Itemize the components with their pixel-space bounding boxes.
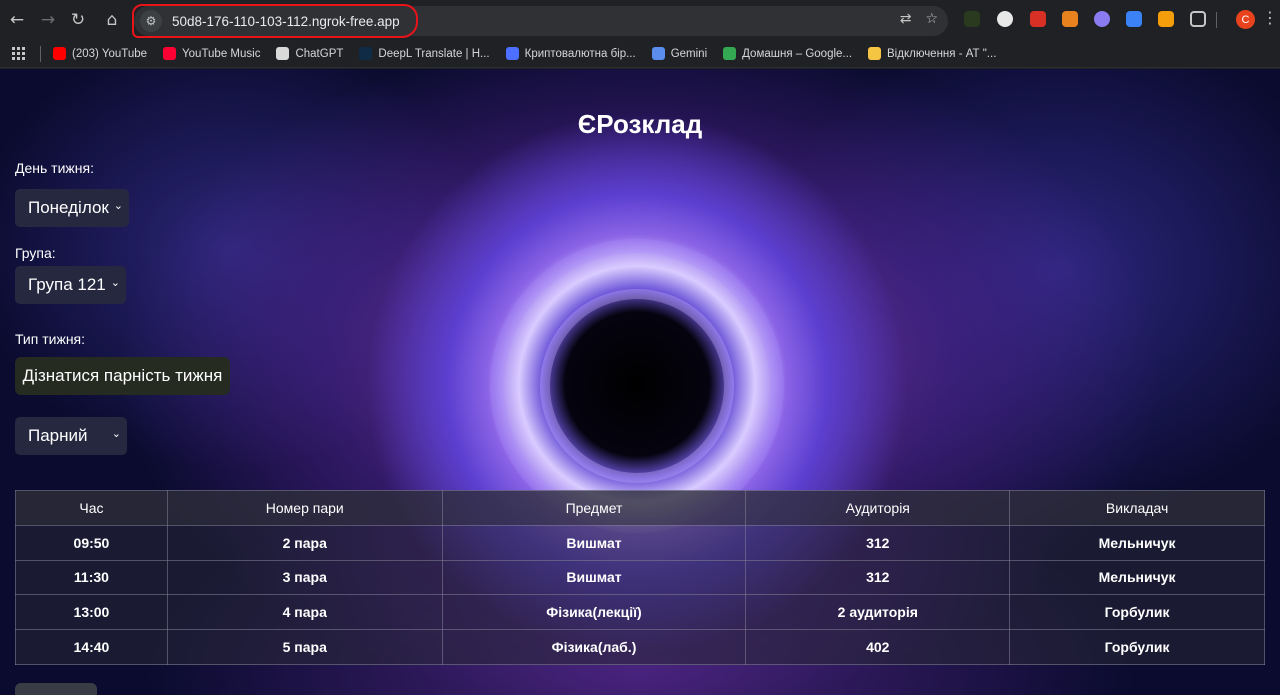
table-cell: 312	[745, 524, 1011, 561]
table-cell: 2 пара	[166, 524, 443, 561]
chevron-down-icon: ⌄	[110, 276, 120, 289]
bookmark-label: Домашня – Google...	[742, 47, 853, 60]
table-cell: Вишмат	[441, 559, 747, 596]
red-annotation-outline	[132, 4, 418, 38]
bookmark-favicon-icon	[651, 47, 665, 60]
day-select-value: Понеділок	[28, 198, 109, 217]
table-cell: 14:40	[15, 629, 168, 665]
extension-notes-icon[interactable]	[1158, 11, 1174, 27]
extensions-puzzle-icon[interactable]	[1190, 11, 1206, 27]
schedule-table: Час Номер пари Предмет Аудиторія Викладач 09…	[15, 490, 1265, 665]
week-type-label: Тип тижня:	[15, 331, 86, 347]
bookmark-item[interactable]: YouTube Music	[163, 47, 260, 60]
bookmark-favicon-icon	[868, 47, 882, 60]
table-header-cell: Викладач	[1009, 490, 1265, 526]
extension-chart-icon[interactable]	[964, 11, 980, 27]
table-cell: 5 пара	[166, 629, 443, 665]
bookmark-label: (203) YouTube	[72, 47, 148, 60]
bookmark-favicon-icon	[276, 47, 290, 60]
bookmark-label: DeepL Translate | Н...	[378, 47, 490, 60]
bookmark-item[interactable]: Домашня – Google...	[723, 47, 852, 60]
menu-kebab-icon[interactable]: ⋮	[1262, 8, 1278, 27]
table-cell: 09:50	[15, 524, 168, 561]
page-background: ЄРозклад День тижня: Понеділок ⌄ Група: …	[0, 69, 1280, 695]
table-cell: Фізика(лекції)	[441, 594, 747, 631]
table-cell: 402	[745, 629, 1011, 665]
bookmark-star-icon[interactable]: ☆	[925, 11, 938, 27]
check-week-parity-button[interactable]: Дізнатися парність тижня	[15, 357, 230, 395]
group-select-value: Група 121	[28, 275, 106, 294]
page-title: ЄРозклад	[577, 109, 703, 139]
bookmark-list: (203) YouTube YouTube Music ChatGPT DeepL T…	[53, 47, 1012, 60]
week-type-select[interactable]: Парний ⌄	[15, 417, 127, 455]
table-cell: 4 пара	[166, 594, 443, 631]
translate-icon[interactable]: ⇄	[900, 11, 912, 27]
bookmarks-bar: (203) YouTube YouTube Music ChatGPT DeepL T…	[0, 40, 1280, 68]
table-cell: 312	[745, 559, 1011, 596]
table-header-cell: Час	[15, 490, 168, 526]
bookmark-favicon-icon	[53, 47, 66, 60]
table-cell: 3 пара	[166, 559, 443, 596]
table-header-cell: Номер пари	[166, 490, 443, 526]
table-cell: Мельничук	[1009, 524, 1265, 561]
bookmark-favicon-icon	[359, 47, 373, 60]
group-select[interactable]: Група 121 ⌄	[15, 266, 126, 304]
bookmark-favicon-icon	[723, 47, 737, 60]
extension-face-icon[interactable]	[997, 11, 1013, 27]
bookmark-favicon-icon	[163, 47, 177, 60]
bookmark-label: ChatGPT	[295, 47, 344, 60]
table-cell: Фізика(лаб.)	[441, 629, 747, 665]
vortex-ring-outer	[490, 239, 784, 533]
table-header-cell: Аудиторія	[745, 490, 1011, 526]
table-row: 11:30 3 пара Вишмат 312 Мельничук	[15, 559, 1265, 596]
bookmark-label: Відключення - АТ "...	[887, 47, 997, 60]
bookmark-item[interactable]: Відключення - АТ "...	[868, 47, 996, 60]
table-cell: Горбулик	[1009, 594, 1265, 631]
table-cell: 13:00	[15, 594, 168, 631]
chevron-down-icon: ⌄	[113, 199, 123, 212]
table-cell: Горбулик	[1009, 629, 1265, 665]
browser-toolbar: ← → ↻ ⌂ ⚙ 50d8-176-110-103-112.ngrok-fre…	[0, 0, 1280, 40]
home-icon[interactable]: ⌂	[98, 6, 126, 34]
chevron-down-icon: ⌄	[111, 427, 121, 440]
bookmark-item[interactable]: DeepL Translate | Н...	[359, 47, 490, 60]
reload-icon[interactable]: ↻	[64, 6, 92, 34]
forward-arrow-icon[interactable]: →	[34, 6, 62, 34]
extension-drop-icon[interactable]	[1126, 11, 1142, 27]
bottom-button-partial[interactable]	[15, 683, 97, 695]
table-cell: 2 аудиторія	[745, 594, 1011, 631]
table-body: 09:50 2 пара Вишмат 312 Мельничук 11:30 3 пара…	[15, 524, 1265, 665]
bookmark-favicon-icon	[505, 47, 519, 60]
table-cell: Мельничук	[1009, 559, 1265, 596]
bookmark-label: Криптовалютна бір...	[524, 47, 636, 60]
table-header-cell: Предмет	[441, 490, 747, 526]
bookmark-label: YouTube Music	[182, 47, 261, 60]
back-arrow-icon[interactable]: ←	[3, 6, 31, 34]
table-row: 09:50 2 пара Вишмат 312 Мельничук	[15, 524, 1265, 561]
day-label: День тижня:	[15, 160, 94, 176]
profile-avatar[interactable]: C	[1236, 10, 1255, 29]
extension-lock-icon[interactable]	[1030, 11, 1046, 27]
group-label: Група:	[15, 245, 56, 261]
bookmark-item[interactable]: Gemini	[651, 47, 708, 60]
bookmark-item[interactable]: (203) YouTube	[53, 47, 147, 60]
bookmark-label: Gemini	[670, 47, 708, 60]
apps-grid-icon[interactable]	[12, 46, 26, 61]
bookmarks-divider	[40, 45, 41, 62]
bookmark-item[interactable]: ChatGPT	[276, 47, 343, 60]
toolbar-divider	[1216, 12, 1217, 28]
week-type-select-value: Парний	[28, 426, 88, 445]
table-row: 13:00 4 пара Фізика(лекції) 2 аудиторія Горб…	[15, 594, 1265, 631]
table-cell: Вишмат	[441, 524, 747, 561]
table-cell: 11:30	[15, 559, 168, 596]
extension-fox-icon[interactable]	[1062, 11, 1078, 27]
table-row: 14:40 5 пара Фізика(лаб.) 402 Горбулик	[15, 629, 1265, 665]
extension-ghost-icon[interactable]	[1094, 11, 1110, 27]
day-select[interactable]: Понеділок ⌄	[15, 189, 129, 227]
bookmark-item[interactable]: Криптовалютна бір...	[505, 47, 636, 60]
table-header-row: Час Номер пари Предмет Аудиторія Викладач	[15, 490, 1265, 526]
